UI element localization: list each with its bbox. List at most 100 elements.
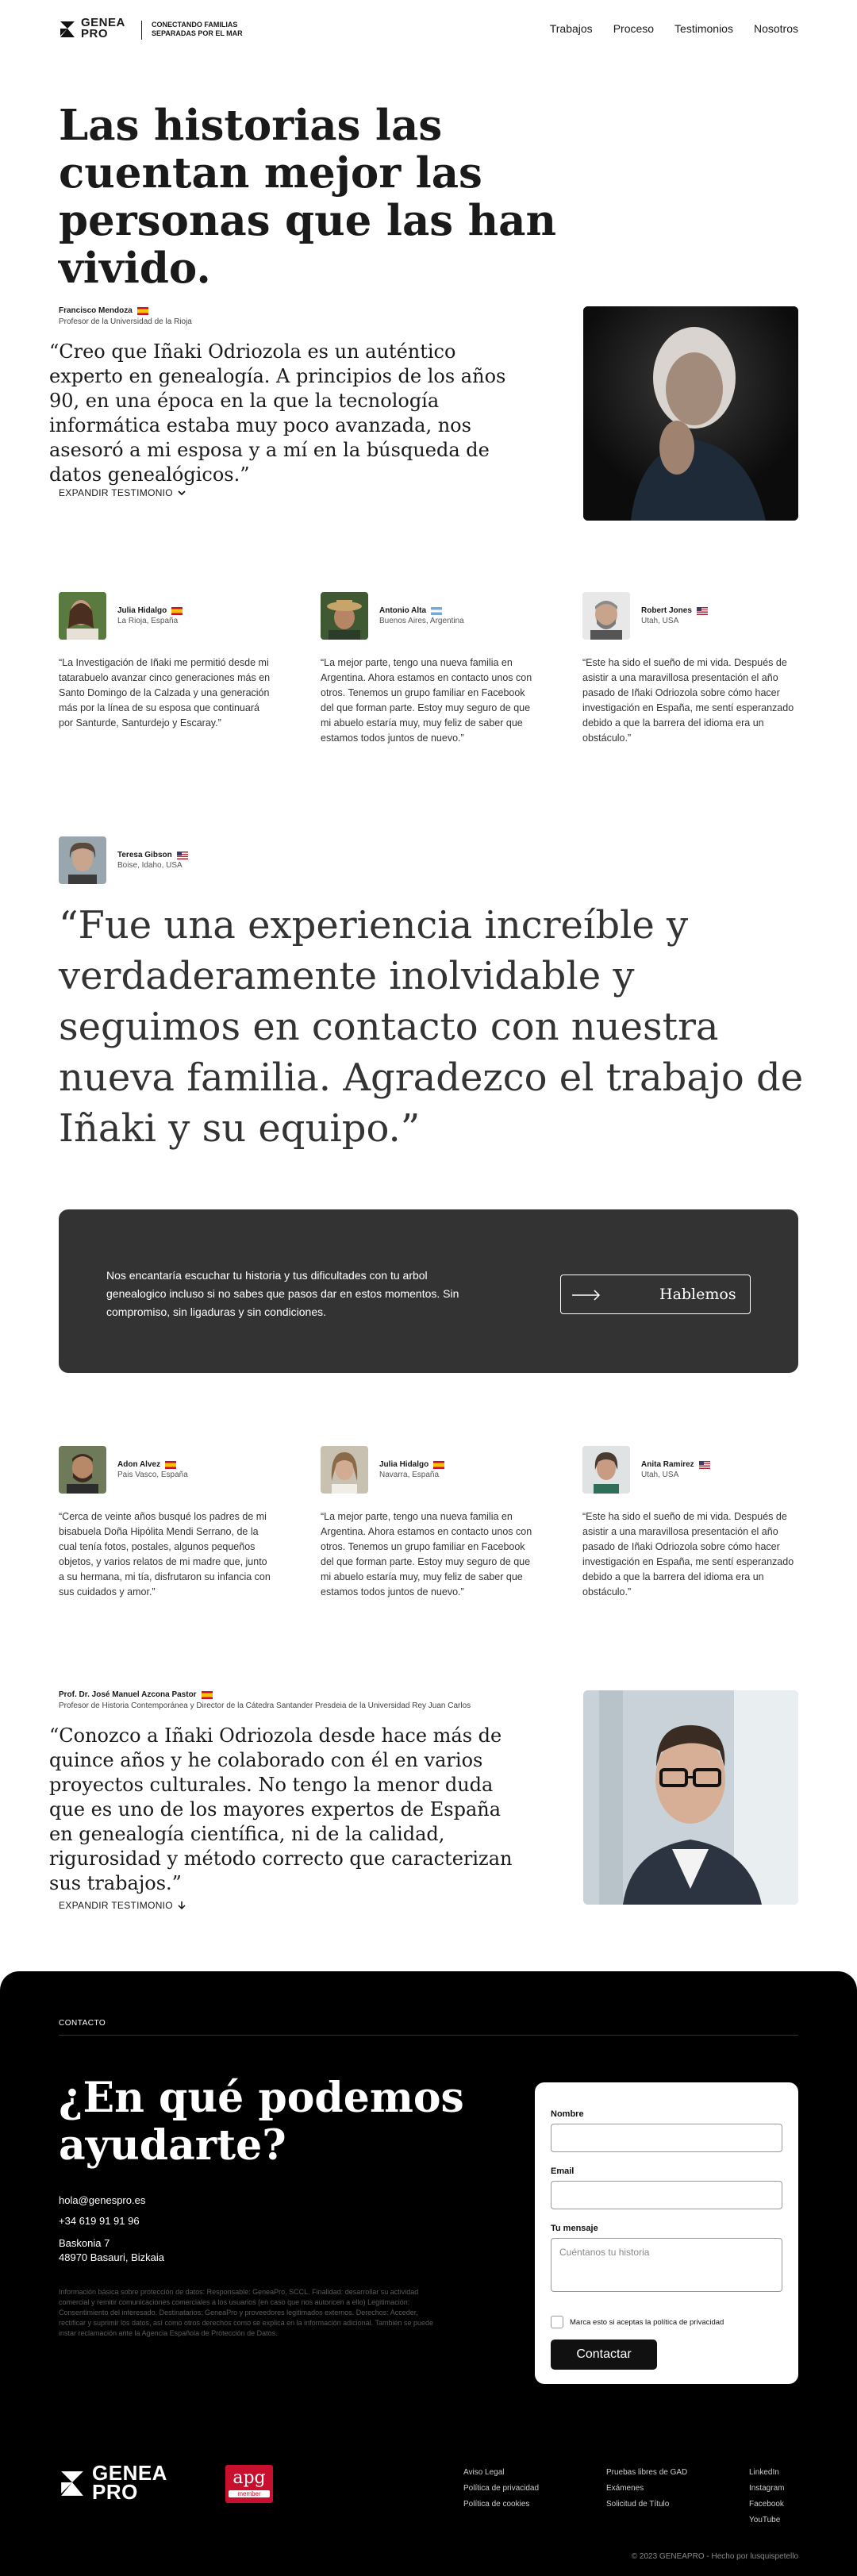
testimonial-card: Adon Alvez Pais Vasco, España “Cerca de … (59, 1446, 273, 1600)
message-field[interactable]: Cuéntanos tu historia (551, 2238, 782, 2292)
testimonial-card: Antonio Alta Buenos Aires, Argentina “La… (321, 592, 535, 746)
contact-label: CONTACTO (59, 2019, 106, 2028)
contact-email[interactable]: hola@genespro.es (59, 2190, 164, 2211)
footer-link[interactable]: Exámenes (606, 2481, 687, 2497)
linkedin-link[interactable]: LinkedIn (749, 2465, 784, 2481)
nav-testimonios[interactable]: Testimonios (674, 22, 733, 35)
apg-sub: member (229, 2490, 270, 2497)
card-location: Utah, USA (641, 617, 679, 625)
divider (59, 2035, 798, 2036)
footer-link[interactable]: Política de privacidad (463, 2481, 539, 2497)
logo-line2: PRO (81, 27, 109, 40)
expand-label: EXPANDIR TESTIMONIO (59, 1900, 173, 1911)
spain-flag-icon (433, 1460, 445, 1469)
card-text: “La mejor parte, tengo una nueva familia… (321, 1511, 532, 1598)
site-footer: CONTACTO ¿En qué podemos ayudarte? hola@… (0, 1971, 857, 2576)
contact-info: hola@genespro.es +34 619 91 91 96 Baskon… (59, 2190, 164, 2265)
featured2-name: Teresa Gibson (117, 851, 172, 859)
arrow-down-icon (178, 1901, 186, 1910)
footer-logo[interactable]: GENEA PRO (59, 2463, 167, 2502)
card-text: “Cerca de veinte años busqué los padres … (59, 1511, 271, 1598)
featured2-quote: “Fue una experiencia increíble y verdade… (59, 903, 804, 1151)
card-name: Adon Alvez (117, 1460, 161, 1469)
nav-proceso[interactable]: Proceso (613, 22, 654, 35)
instagram-link[interactable]: Instagram (749, 2481, 784, 2497)
avatar (321, 1446, 368, 1494)
facebook-link[interactable]: Facebook (749, 2497, 784, 2513)
contactar-button[interactable]: Contactar (551, 2340, 657, 2370)
apg-text: apg (233, 2468, 266, 2488)
featured3-name: Prof. Dr. José Manuel Azcona Pastor (59, 1690, 197, 1699)
name-field[interactable] (551, 2124, 782, 2152)
featured3-quote: “Conozco a Iñaki Odriozola desde hace má… (49, 1724, 513, 1894)
card-text: “La Investigación de Iñaki me permitió d… (59, 657, 271, 729)
expand-testimonial-button[interactable]: EXPANDIR TESTIMONIO (59, 1900, 186, 1911)
footer-links-legal: Aviso Legal Política de privacidad Polít… (463, 2465, 539, 2513)
francisco-photo (583, 306, 798, 521)
card-name: Anita Ramirez (641, 1460, 694, 1469)
site-header: GENEA PRO CONECTANDO FAMILIAS SEPARADAS … (0, 0, 857, 59)
contact-phone[interactable]: +34 619 91 91 96 (59, 2211, 164, 2232)
email-field[interactable] (551, 2181, 782, 2209)
tagline-line1: CONECTANDO FAMILIAS (152, 21, 238, 29)
nav-trabajos[interactable]: Trabajos (550, 22, 593, 35)
footer-link[interactable]: Solicitud de Título (606, 2497, 687, 2513)
nav-nosotros[interactable]: Nosotros (754, 22, 798, 35)
usa-flag-icon (176, 851, 188, 859)
consent-checkbox[interactable] (551, 2316, 563, 2328)
card-location: Buenos Aires, Argentina (379, 617, 464, 625)
apg-member-badge: apg member (225, 2465, 273, 2503)
card-name: Antonio Alta (379, 606, 427, 615)
footer-link[interactable]: Política de cookies (463, 2497, 539, 2513)
card-location: Utah, USA (641, 1471, 679, 1479)
hero-title: Las historias las cuentan mejor las pers… (59, 101, 556, 293)
logo[interactable]: GENEA PRO (59, 17, 125, 40)
footer-links-social: LinkedIn Instagram Facebook YouTube (749, 2465, 784, 2528)
card-location: Pais Vasco, España (117, 1471, 188, 1479)
privacy-consent[interactable]: Marca esto si aceptas la política de pri… (551, 2316, 724, 2328)
hablemos-button[interactable]: Hablemos (560, 1275, 751, 1314)
featured-testimonial-2: Teresa Gibson Boise, Idaho, USA (59, 836, 188, 884)
card-location: Navarra, España (379, 1471, 440, 1479)
address-line2: 48970 Basauri, Bizkaia (59, 2251, 164, 2263)
legal-text: Información básica sobre protección de d… (59, 2288, 434, 2337)
copyright: © 2023 GENEAPRO - Hecho por lusquispetel… (631, 2552, 798, 2561)
tagline: CONECTANDO FAMILIAS SEPARADAS POR EL MAR (141, 21, 243, 40)
footer-link[interactable]: Pruebas libres de GAD (606, 2465, 687, 2481)
name-label: Nombre (551, 2109, 584, 2119)
argentina-flag-icon (431, 606, 443, 615)
avatar (582, 592, 630, 640)
featured-testimonial-3: Prof. Dr. José Manuel Azcona Pastor Prof… (59, 1690, 535, 1710)
chevron-down-icon (178, 490, 186, 496)
usa-flag-icon (698, 1460, 710, 1469)
usa-flag-icon (696, 606, 708, 615)
testimonial-card: Anita Ramirez Utah, USA “Este ha sido el… (582, 1446, 797, 1600)
message-label: Tu mensaje (551, 2224, 598, 2233)
avatar (321, 592, 368, 640)
avatar (59, 1446, 106, 1494)
card-text: “Este ha sido el sueño de mi vida. Despu… (582, 1511, 794, 1598)
tagline-line2: SEPARADAS POR EL MAR (152, 29, 243, 37)
footer-link[interactable]: Aviso Legal (463, 2465, 539, 2481)
spain-flag-icon (136, 306, 148, 315)
address-line1: Baskonia 7 (59, 2237, 110, 2249)
hablemos-label: Hablemos (659, 1286, 736, 1303)
arrow-right-icon (572, 1290, 601, 1301)
youtube-link[interactable]: YouTube (749, 2513, 784, 2528)
featured1-role: Profesor de la Universidad de la Rioja (59, 317, 192, 326)
featured1-quote: “Creo que Iñaki Odriozola es un auténtic… (49, 340, 506, 486)
cta-text: Nos encantaría escuchar tu historia y tu… (106, 1269, 459, 1318)
testimonial-card: Julia Hidalgo La Rioja, España “La Inves… (59, 592, 273, 731)
footer-links-exams: Pruebas libres de GAD Exámenes Solicitud… (606, 2465, 687, 2513)
email-label: Email (551, 2167, 575, 2176)
testimonial-card: Robert Jones Utah, USA “Este ha sido el … (582, 592, 797, 746)
expand-testimonial-button[interactable]: EXPANDIR TESTIMONIO (59, 487, 186, 498)
spain-flag-icon (201, 1690, 213, 1699)
footer-title: ¿En qué podemos ayudarte? (59, 2074, 464, 2170)
featured-testimonial-1: Francisco Mendoza Profesor de la Univers… (59, 306, 519, 326)
card-location: La Rioja, España (117, 617, 179, 625)
logo-mark-icon (59, 18, 76, 39)
consent-label: Marca esto si aceptas la política de pri… (570, 2317, 724, 2327)
avatar (59, 592, 106, 640)
contact-form: Nombre Email Tu mensaje Cuéntanos tu his… (535, 2082, 798, 2384)
